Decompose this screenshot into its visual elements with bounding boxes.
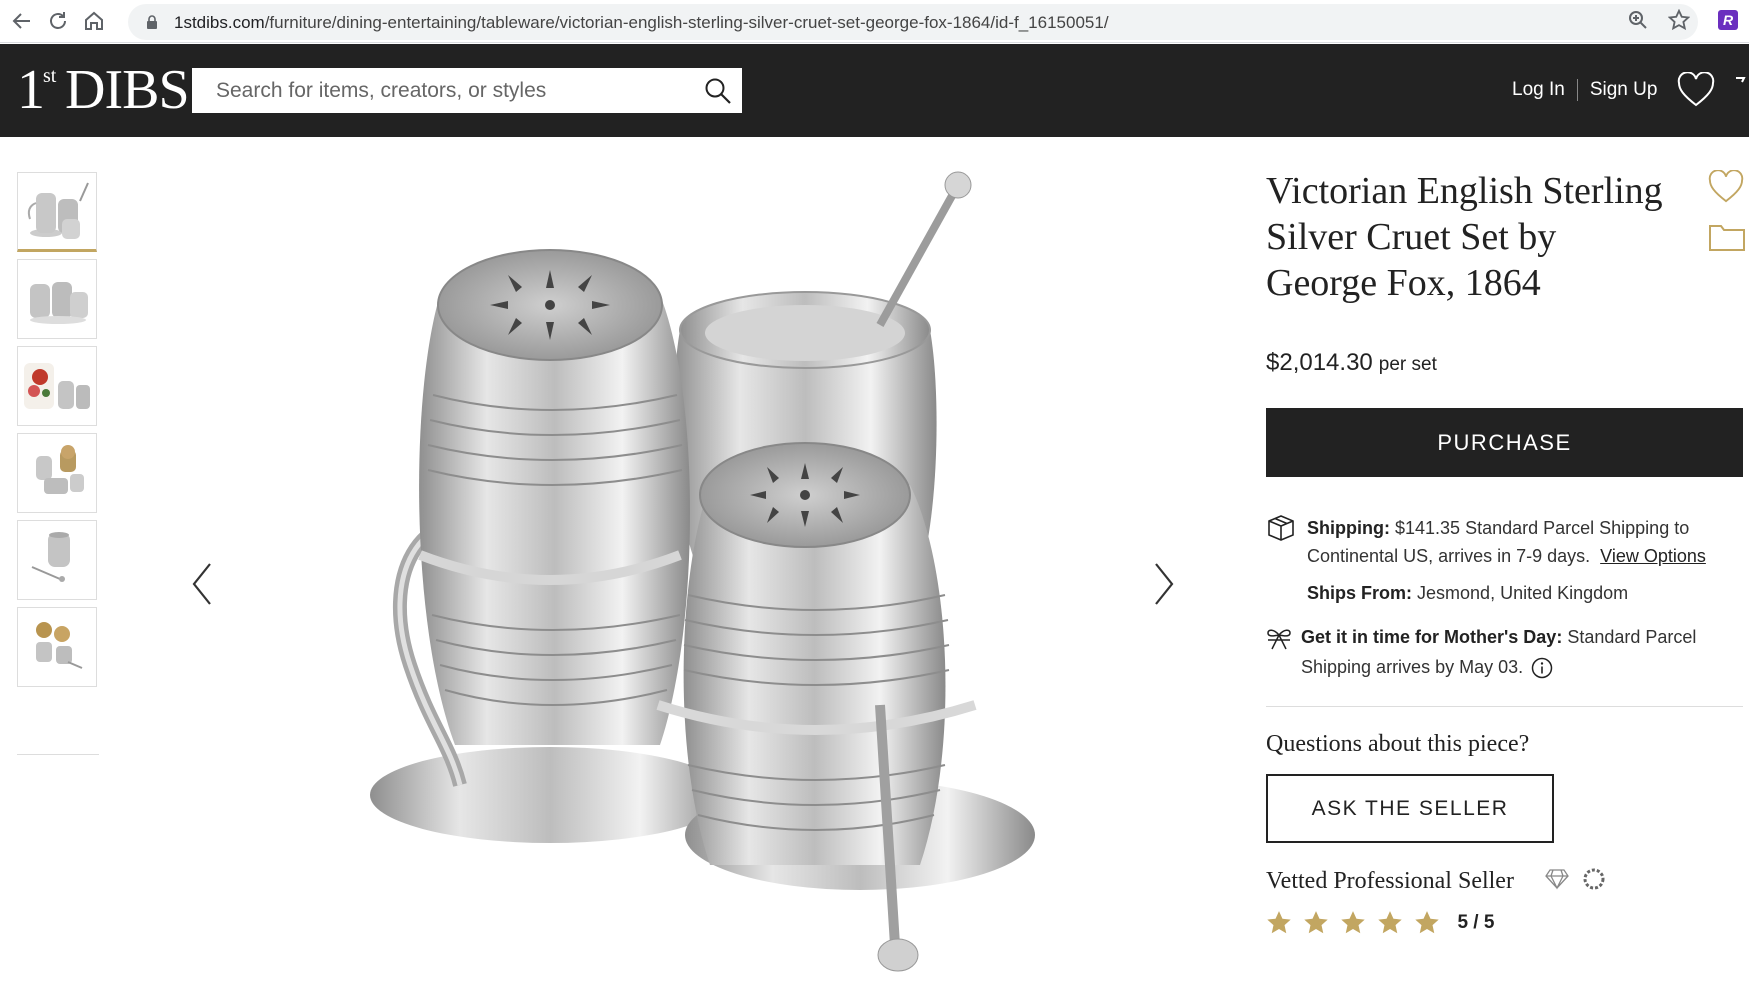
save-favorite-heart-icon[interactable] bbox=[1708, 170, 1744, 204]
vetted-seller-label: Vetted Professional Seller bbox=[1266, 868, 1514, 894]
cart-icon[interactable] bbox=[1736, 76, 1749, 106]
zoom-icon[interactable] bbox=[1628, 10, 1648, 30]
add-to-folder-icon[interactable] bbox=[1708, 222, 1746, 252]
shipping-info: Shipping: $141.35 Standard Parcel Shippi… bbox=[1307, 518, 1706, 566]
reload-icon[interactable] bbox=[46, 9, 70, 33]
next-image-arrow-icon[interactable] bbox=[1152, 562, 1176, 606]
laurel-badge-icon[interactable] bbox=[1580, 866, 1608, 892]
rating-text: 5 / 5 bbox=[1457, 911, 1495, 933]
address-bar[interactable]: 1stdibs.com/furniture/dining-entertainin… bbox=[128, 4, 1698, 40]
seller-rating: 5 / 5 bbox=[1266, 910, 1494, 935]
favorites-heart-icon[interactable] bbox=[1677, 72, 1715, 108]
back-arrow-icon[interactable] bbox=[10, 9, 34, 33]
thumbnail-divider bbox=[17, 754, 99, 755]
rating-star-icon bbox=[1304, 911, 1328, 934]
section-divider bbox=[1266, 706, 1743, 707]
previous-image-arrow-icon[interactable] bbox=[190, 562, 214, 606]
rating-star-icon bbox=[1341, 911, 1365, 934]
lock-icon bbox=[147, 15, 157, 29]
search-input[interactable] bbox=[192, 68, 696, 113]
product-main-image bbox=[370, 171, 1035, 972]
rating-star-icon bbox=[1415, 911, 1439, 934]
gift-bow-icon bbox=[1267, 629, 1291, 650]
thumb-1-cruet-front[interactable] bbox=[17, 172, 97, 252]
extension-icon[interactable]: R bbox=[1718, 10, 1738, 30]
divider bbox=[1576, 79, 1578, 101]
info-icon[interactable] bbox=[1531, 657, 1553, 679]
product-price: $2,014.30 per set bbox=[1266, 349, 1437, 376]
login-link[interactable]: Log In bbox=[1512, 79, 1565, 100]
shipping-box-icon bbox=[1268, 515, 1294, 541]
product-title: Victorian English Sterling Silver Cruet … bbox=[1266, 170, 1663, 304]
search-box bbox=[192, 68, 742, 113]
url-text: 1stdibs.com/furniture/dining-entertainin… bbox=[174, 13, 1109, 32]
home-icon[interactable] bbox=[82, 9, 106, 33]
site-header: 1 st DIBS Log InSign Up bbox=[0, 44, 1749, 137]
thumb-2-cruet-side[interactable] bbox=[17, 259, 97, 339]
thumb-4-cruet-pieces[interactable] bbox=[17, 433, 97, 513]
questions-heading: Questions about this piece? bbox=[1266, 731, 1530, 757]
thumb-5-single-pot[interactable] bbox=[17, 520, 97, 600]
browser-toolbar: 1stdibs.com/furniture/dining-entertainin… bbox=[0, 0, 1749, 43]
account-links: Log In Sign Up bbox=[1512, 79, 1657, 101]
mothers-day-info: Get it in time for Mother's Day: Standar… bbox=[1301, 622, 1731, 682]
thumb-6-open-pots[interactable] bbox=[17, 607, 97, 687]
diamond-badge-icon[interactable] bbox=[1544, 868, 1570, 890]
signup-link[interactable]: Sign Up bbox=[1590, 79, 1658, 100]
ships-from: Ships From: Jesmond, United Kingdom bbox=[1307, 583, 1629, 603]
rating-star-icon bbox=[1378, 911, 1402, 934]
ask-seller-button[interactable]: ASK THE SELLER bbox=[1266, 774, 1554, 843]
search-icon[interactable] bbox=[704, 77, 732, 105]
thumb-3-cruet-with-flowers[interactable] bbox=[17, 346, 97, 426]
rating-star-icon bbox=[1267, 911, 1291, 934]
bookmark-star-icon[interactable] bbox=[1668, 9, 1690, 31]
view-options-link[interactable]: View Options bbox=[1600, 546, 1706, 566]
purchase-button[interactable]: PURCHASE bbox=[1266, 408, 1743, 477]
